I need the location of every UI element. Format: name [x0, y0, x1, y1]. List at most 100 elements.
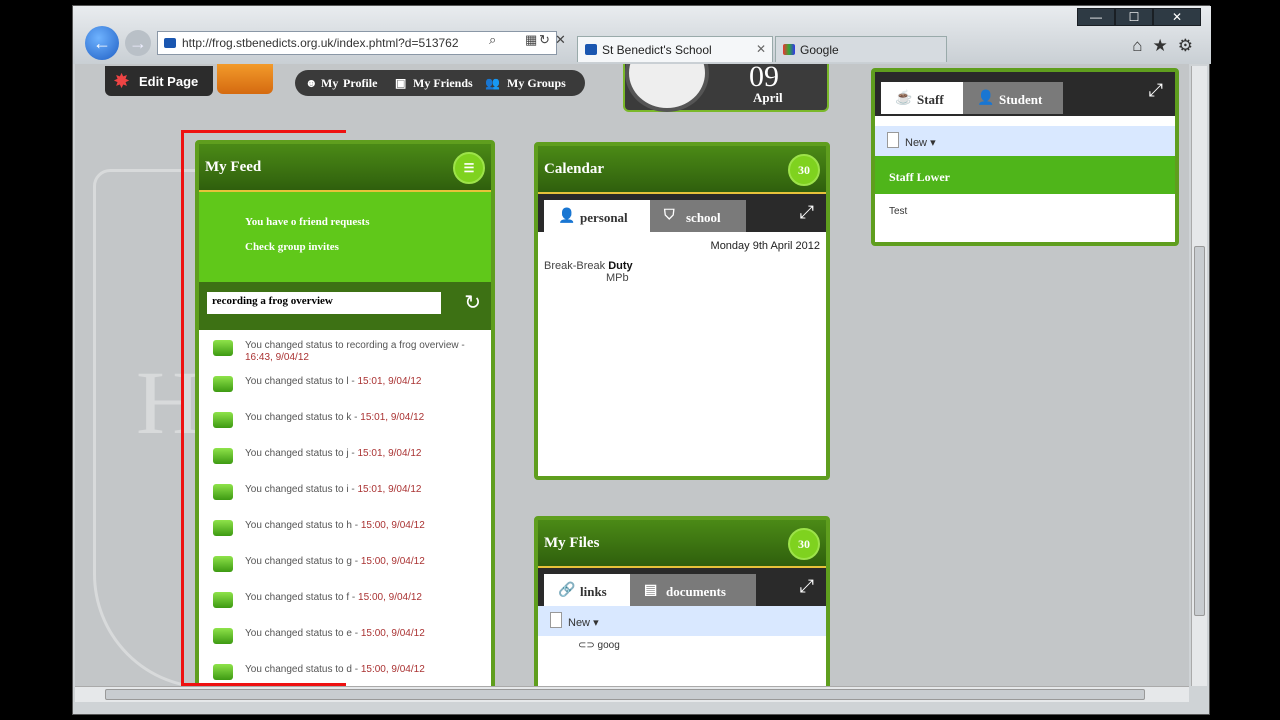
speech-bubble-icon: [213, 340, 233, 356]
app-launcher-icon[interactable]: [217, 64, 273, 94]
speech-bubble-icon: [213, 520, 233, 536]
home-icon[interactable]: ⌂: [1132, 36, 1142, 56]
stop-icon[interactable]: ✕: [555, 32, 566, 48]
menu-item-profile[interactable]: Profile: [343, 76, 377, 91]
close-tab-icon[interactable]: ✕: [756, 42, 766, 56]
friends-icon: ▣: [395, 76, 407, 90]
url-path: /index.phtml?d=513762: [333, 36, 459, 50]
speech-bubble-icon: [213, 628, 233, 644]
google-favicon-icon: [783, 44, 795, 55]
calendar-header: Calendar 30: [538, 146, 826, 194]
menu-list-icon[interactable]: ☰: [453, 152, 485, 184]
feed-item-time: 15:00, 9/04/12: [360, 664, 425, 675]
menu-item-friends[interactable]: My Friends: [413, 76, 473, 91]
feed-item-time: 16:43, 9/04/12: [245, 352, 309, 363]
new-document-icon: [887, 132, 899, 148]
calendar-widget: Calendar 30 👤 personal ⛉ school ⤢ Monday 9…: [534, 142, 830, 480]
browser-tools: ⌂ ★ ⚙: [1132, 36, 1193, 56]
calendar-event[interactable]: Break-Break Duty MPb: [538, 260, 826, 284]
tab-links[interactable]: 🔗 links: [544, 574, 630, 606]
window-controls: — ☐ ✕: [1077, 8, 1201, 26]
menu-item-groups[interactable]: My Groups: [507, 76, 566, 91]
search-icon[interactable]: ⌕: [489, 32, 496, 48]
browser-chrome: ← → http://frog.stbenedicts.org.uk/index…: [73, 6, 1211, 64]
new-staff-button[interactable]: New ▾: [875, 126, 1175, 156]
staff-tabs: ☕ Staff 👤 Student ⤢: [875, 72, 1175, 116]
maximize-icon[interactable]: ☐: [1115, 8, 1153, 26]
files-icon[interactable]: 30: [788, 528, 820, 560]
menu-item-my[interactable]: My: [321, 76, 338, 91]
feed-item-time: 15:01, 9/04/12: [357, 484, 422, 495]
date-month: April: [753, 90, 783, 105]
vertical-scrollbar[interactable]: [1191, 66, 1207, 686]
event-name: Duty: [608, 260, 633, 272]
speech-bubble-icon: [213, 484, 233, 500]
tab-documents[interactable]: ▤ documents: [630, 574, 756, 606]
new-label: New: [568, 617, 591, 629]
link-item[interactable]: ⊂⊃ goog: [538, 636, 826, 651]
back-button[interactable]: ←: [85, 26, 119, 60]
tab-st-benedicts[interactable]: St Benedict's School ✕: [577, 36, 773, 62]
expand-icon[interactable]: ⤢: [800, 202, 814, 223]
expand-icon[interactable]: ⤢: [800, 576, 814, 597]
tab-staff[interactable]: ☕ Staff: [881, 82, 963, 114]
compat-icon[interactable]: ▦: [525, 32, 537, 48]
feed-item-time: 15:01, 9/04/12: [357, 448, 422, 459]
tab-student[interactable]: 👤 Student: [963, 82, 1063, 114]
event-time: Break-Break: [544, 260, 606, 272]
tab-personal[interactable]: 👤 personal: [544, 200, 650, 232]
document-icon: ▤: [644, 583, 658, 598]
feed-item-text: You changed status to k -: [245, 412, 358, 423]
frog-star-icon: ✸: [114, 71, 130, 91]
feed-item-text: You changed status to f -: [245, 592, 356, 603]
address-bar[interactable]: http://frog.stbenedicts.org.uk/index.pht…: [157, 31, 557, 55]
favorites-star-icon[interactable]: ★: [1153, 36, 1168, 56]
tab-school[interactable]: ⛉ school: [650, 200, 746, 232]
feed-item-text: You changed status to g -: [245, 556, 359, 567]
horizontal-scrollbar[interactable]: [75, 686, 1189, 702]
top-menu: ☻ My Profile ▣ My Friends 👥 My Groups: [295, 70, 585, 96]
refresh-icon[interactable]: ↻: [464, 290, 481, 315]
tab-label: documents: [666, 584, 726, 599]
page-content: H ✸ Edit Page ☻ My Profile ▣ My Friends …: [75, 64, 1189, 686]
friend-requests-link[interactable]: You have o friend requests: [245, 216, 491, 228]
site-favicon-icon: [585, 44, 597, 55]
files-title: My Files: [544, 535, 600, 551]
scroll-thumb[interactable]: [1194, 246, 1205, 616]
status-input[interactable]: recording a frog overview: [207, 292, 441, 314]
minimize-icon[interactable]: —: [1077, 8, 1115, 26]
status-bar: recording a frog overview ↻: [199, 282, 491, 330]
staff-student-widget: ☕ Staff 👤 Student ⤢ New ▾ Staff Lower Test: [871, 68, 1179, 246]
expand-icon[interactable]: ⤢: [1149, 80, 1163, 101]
tab-google[interactable]: Google: [775, 36, 947, 62]
calendar-title: Calendar: [544, 161, 604, 177]
close-icon[interactable]: ✕: [1153, 8, 1201, 26]
files-tabs: 🔗 links ▤ documents ⤢: [538, 568, 826, 606]
feed-item-text: You changed status to l -: [245, 376, 355, 387]
refresh-icon[interactable]: ↻: [539, 32, 550, 48]
browser-window: ← → http://frog.stbenedicts.org.uk/index…: [72, 5, 1211, 715]
speech-bubble-icon: [213, 448, 233, 464]
new-file-button[interactable]: New ▾: [538, 606, 826, 636]
group-invites-link[interactable]: Check group invites: [245, 241, 491, 253]
staff-lower-group[interactable]: Staff Lower: [875, 156, 1175, 194]
tab-label: Student: [999, 92, 1043, 107]
feed-item-text: You changed status to e -: [245, 628, 359, 639]
speech-bubble-icon: [213, 664, 233, 680]
tab-label: school: [686, 210, 721, 225]
gear-icon[interactable]: ⚙: [1178, 36, 1193, 56]
groups-icon: 👥: [485, 76, 500, 90]
calendar-icon[interactable]: 30: [788, 154, 820, 186]
list-item: You changed status to e - 15:00, 9/04/12: [199, 618, 491, 654]
feed-list: You changed status to recording a frog o…: [199, 330, 491, 686]
list-item: You changed status to k - 15:01, 9/04/12: [199, 402, 491, 438]
feed-item-text: You changed status to d -: [245, 664, 359, 675]
staff-item[interactable]: Test: [875, 194, 1175, 217]
tab-label: Staff: [917, 92, 944, 107]
scroll-thumb[interactable]: [105, 689, 1145, 700]
forward-button[interactable]: →: [125, 30, 151, 56]
clock-date-widget: 09 April: [623, 64, 829, 112]
link-label: goog: [597, 640, 620, 651]
edit-page-button[interactable]: ✸ Edit Page: [105, 66, 213, 96]
feed-item-time: 15:00, 9/04/12: [360, 556, 425, 567]
